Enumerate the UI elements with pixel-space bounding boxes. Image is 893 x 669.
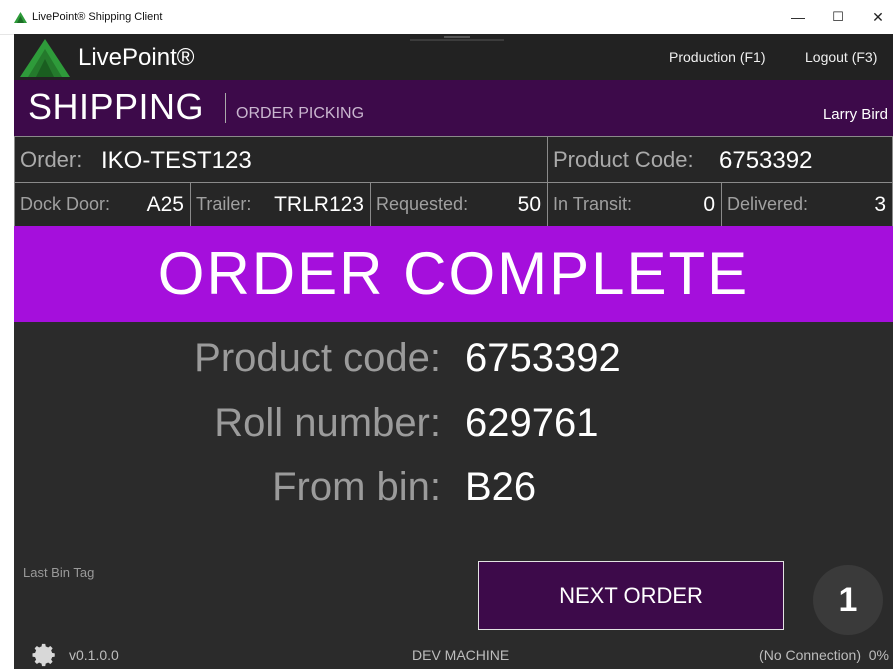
window-titlebar: LivePoint® Shipping Client — ☐ ✕ xyxy=(0,0,893,35)
order-label: Order: xyxy=(20,147,83,172)
production-link[interactable]: Production (F1) xyxy=(669,49,765,65)
detail-product-code-value: 6753392 xyxy=(465,336,621,380)
order-cell: Order: IKO-TEST123 xyxy=(14,136,548,183)
product-code-cell: Product Code: 6753392 xyxy=(547,136,893,183)
connection-status: (No Connection) 0% xyxy=(759,647,889,663)
page-subtitle: ORDER PICKING xyxy=(236,105,365,122)
trailer-value: TRLR123 xyxy=(274,193,364,216)
requested-cell: Requested: 50 xyxy=(370,182,548,227)
shipping-band: SHIPPING ORDER PICKING Larry Bird xyxy=(14,80,893,136)
version-label: v0.1.0.0 xyxy=(69,647,119,663)
detail-from-bin-value: B26 xyxy=(465,465,537,509)
in-transit-value: 0 xyxy=(703,193,715,216)
brand-name: LivePoint® xyxy=(78,44,195,71)
in-transit-label: In Transit: xyxy=(553,194,633,214)
delivered-label: Delivered: xyxy=(727,194,809,214)
gear-icon[interactable] xyxy=(28,640,58,669)
drag-handle[interactable] xyxy=(410,34,504,41)
dock-door-label: Dock Door: xyxy=(20,194,111,214)
close-button[interactable]: ✕ xyxy=(863,6,893,28)
logout-link[interactable]: Logout (F3) xyxy=(805,49,877,65)
maximize-button[interactable]: ☐ xyxy=(823,6,853,28)
in-transit-cell: In Transit: 0 xyxy=(547,182,722,227)
order-value: IKO-TEST123 xyxy=(101,147,252,174)
detail-product-code-label: Product code: xyxy=(194,336,441,380)
last-bin-tag-label: Last Bin Tag xyxy=(23,565,95,580)
requested-label: Requested: xyxy=(376,194,469,214)
dock-door-cell: Dock Door: A25 xyxy=(14,182,191,227)
user-name: Larry Bird xyxy=(822,106,888,123)
dock-door-value: A25 xyxy=(146,193,184,216)
detail-roll-number-label: Roll number: xyxy=(214,401,441,445)
minimize-button[interactable]: — xyxy=(783,6,813,28)
trailer-cell: Trailer: TRLR123 xyxy=(190,182,371,227)
detail-from-bin-label: From bin: xyxy=(272,465,441,509)
product-code-label: Product Code: xyxy=(553,147,694,172)
page-title: SHIPPING xyxy=(28,86,205,127)
detail-roll-number-value: 629761 xyxy=(465,401,599,445)
title-divider xyxy=(225,93,226,123)
delivered-value: 3 xyxy=(874,193,886,216)
trailer-label: Trailer: xyxy=(196,194,252,214)
app-logo-icon xyxy=(14,12,27,23)
window-title: LivePoint® Shipping Client xyxy=(32,11,163,23)
product-code-value: 6753392 xyxy=(719,147,813,174)
requested-value: 50 xyxy=(517,193,541,216)
green-triangle-logo-icon xyxy=(20,39,70,77)
order-complete-banner: ORDER COMPLETE xyxy=(14,226,893,322)
app-window: LivePoint® Production (F1) Logout (F3) S… xyxy=(14,34,893,669)
app-header: LivePoint® Production (F1) Logout (F3) xyxy=(14,34,893,80)
next-order-button[interactable]: NEXT ORDER xyxy=(478,561,784,630)
count-badge: 1 xyxy=(813,565,883,635)
delivered-cell: Delivered: 3 xyxy=(721,182,893,227)
machine-name: DEV MACHINE xyxy=(412,647,510,663)
